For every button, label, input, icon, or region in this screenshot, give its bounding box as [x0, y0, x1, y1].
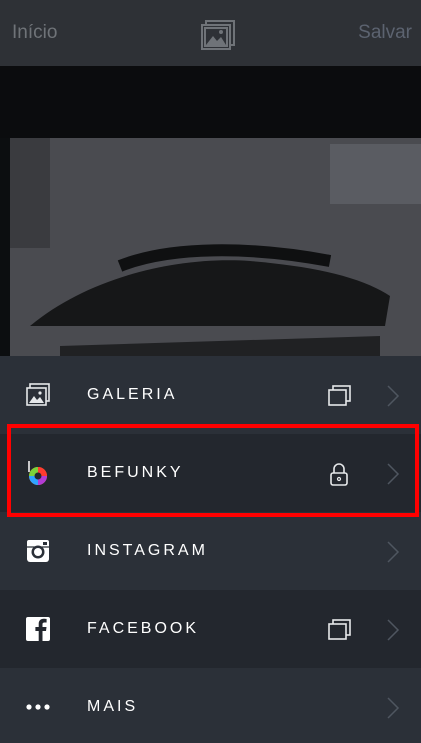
facebook-icon [25, 616, 51, 642]
chevron-right-icon [386, 695, 400, 721]
home-button[interactable]: Início [12, 22, 57, 44]
gallery-icon [25, 382, 51, 408]
chevron-right-icon [386, 383, 400, 409]
photo-preview [0, 66, 421, 356]
copy-icon [326, 617, 352, 643]
menu-item-label: FACEBOOK [87, 620, 200, 637]
more-dots-icon [25, 694, 51, 720]
menu-item-label: MAIS [87, 698, 139, 715]
copy-icon [326, 383, 352, 409]
menu-item-facebook[interactable]: FACEBOOK [0, 590, 421, 668]
chevron-right-icon [386, 461, 400, 487]
menu-item-mais[interactable]: MAIS [0, 668, 421, 743]
menu-item-befunky[interactable]: BEFUNKY [0, 434, 421, 512]
save-button[interactable]: Salvar [358, 22, 412, 44]
menu-item-galeria[interactable]: GALERIA [0, 356, 421, 434]
chevron-right-icon [386, 617, 400, 643]
menu-item-label: INSTAGRAM [87, 542, 208, 559]
menu-item-label: GALERIA [87, 386, 178, 403]
menu-item-instagram[interactable]: INSTAGRAM [0, 512, 421, 590]
lock-icon [326, 461, 352, 487]
gallery-image-icon[interactable] [200, 18, 238, 52]
menu-item-label: BEFUNKY [87, 464, 184, 481]
instagram-icon [25, 538, 51, 564]
befunky-logo-icon [25, 460, 51, 486]
share-menu: GALERIA BEFUNKY INSTAGRAM FACEBOOK MAIS [0, 356, 421, 743]
chevron-right-icon [386, 539, 400, 565]
top-bar: Início Salvar [0, 0, 421, 66]
